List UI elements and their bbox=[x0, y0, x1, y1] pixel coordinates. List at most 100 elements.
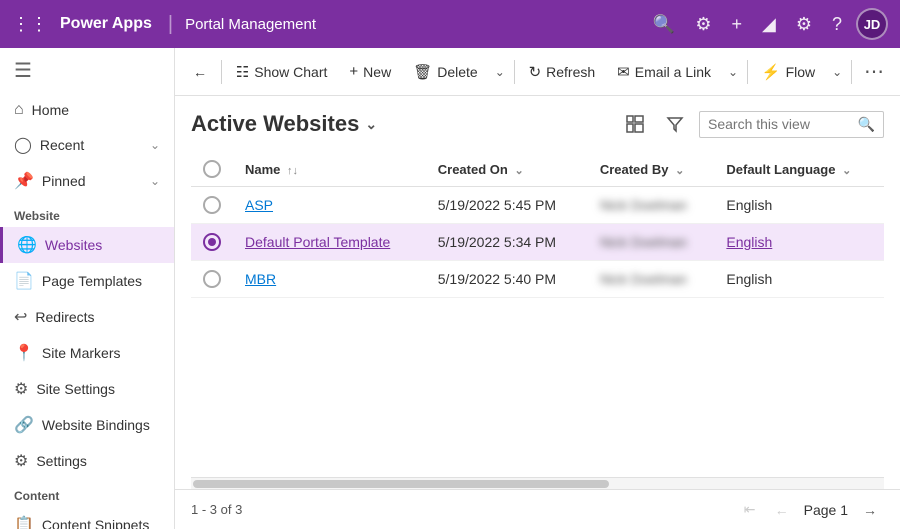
sidebar-item-site-markers[interactable]: 📍 Site Markers bbox=[0, 335, 174, 371]
more-options-button[interactable]: ⋯ bbox=[856, 58, 892, 86]
back-icon: ← bbox=[193, 64, 207, 80]
table-row: Default Portal Template5/19/2022 5:34 PM… bbox=[191, 224, 884, 261]
view-title-chevron-icon[interactable]: ⌄ bbox=[365, 116, 377, 133]
avatar[interactable]: JD bbox=[856, 8, 888, 40]
nav-divider: | bbox=[168, 13, 173, 36]
delete-button[interactable]: 🗑 Delete bbox=[403, 57, 488, 87]
content-snippets-icon: 📋 bbox=[14, 515, 34, 529]
row-language-link[interactable]: English bbox=[726, 234, 772, 250]
filter-icon[interactable]: ◢ bbox=[762, 14, 776, 35]
email-icon: ✉ bbox=[617, 63, 630, 81]
delete-dropdown-button[interactable]: ⌄ bbox=[490, 59, 510, 85]
cmd-separator-1 bbox=[221, 60, 222, 84]
email-link-button[interactable]: ✉ Email a Link bbox=[607, 57, 721, 87]
search-box: 🔍 bbox=[699, 111, 884, 138]
sidebar-item-website-bindings[interactable]: 🔗 Website Bindings bbox=[0, 407, 174, 443]
col-header-name[interactable]: Name ↑↓ bbox=[233, 152, 426, 187]
sidebar-item-pinned[interactable]: 📌 Pinned ⌄ bbox=[0, 163, 174, 199]
row-name-link[interactable]: ASP bbox=[245, 197, 273, 213]
sidebar-item-websites-label: Websites bbox=[45, 237, 102, 253]
data-table: Name ↑↓ Created On ⌄ Created By ⌄ bbox=[191, 152, 884, 298]
settings-icon: ⚙ bbox=[14, 451, 28, 471]
sidebar-item-site-settings[interactable]: ⚙ Site Settings bbox=[0, 371, 174, 407]
row-select-cell[interactable] bbox=[191, 261, 233, 298]
sidebar-item-home[interactable]: ⌂ Home bbox=[0, 93, 174, 127]
prev-page-button[interactable]: ← bbox=[768, 496, 796, 524]
row-default-language-cell: English bbox=[714, 261, 884, 298]
cmd-separator-3 bbox=[747, 60, 748, 84]
refresh-label: Refresh bbox=[546, 64, 595, 80]
flow-dropdown-button[interactable]: ⌄ bbox=[827, 59, 847, 85]
more-icon: ⋯ bbox=[864, 61, 884, 83]
grid-view-icon bbox=[626, 115, 644, 133]
search-input[interactable] bbox=[708, 116, 852, 132]
sidebar-item-settings[interactable]: ⚙ Settings bbox=[0, 443, 174, 479]
row-name-cell[interactable]: MBR bbox=[233, 261, 426, 298]
view-title: Active Websites ⌄ bbox=[191, 111, 377, 137]
cmd-separator-4 bbox=[851, 60, 852, 84]
view-area: Active Websites ⌄ bbox=[175, 96, 900, 489]
site-settings-icon: ⚙ bbox=[14, 379, 28, 399]
view-toggle-button[interactable] bbox=[619, 108, 651, 140]
cmd-separator-2 bbox=[514, 60, 515, 84]
waffle-icon[interactable]: ⋮⋮ bbox=[12, 14, 48, 35]
email-link-dropdown-button[interactable]: ⌄ bbox=[723, 59, 743, 85]
recent-chevron-icon: ⌄ bbox=[150, 138, 160, 152]
back-button[interactable]: ← bbox=[183, 58, 217, 86]
next-page-button[interactable]: → bbox=[856, 496, 884, 524]
help-icon[interactable]: ? bbox=[832, 14, 842, 35]
row-select-cell[interactable] bbox=[191, 224, 233, 261]
page-templates-icon: 📄 bbox=[14, 271, 34, 291]
sidebar-item-content-snippets[interactable]: 📋 Content Snippets bbox=[0, 507, 174, 529]
scrollbar-thumb bbox=[193, 480, 609, 488]
gear-icon[interactable]: ⚙ bbox=[796, 14, 812, 35]
table-row: ASP5/19/2022 5:45 PMNick DoelmanEnglish bbox=[191, 187, 884, 224]
row-created-by-cell: Nick Doelman bbox=[588, 261, 715, 298]
row-name-cell[interactable]: Default Portal Template bbox=[233, 224, 426, 261]
table-row: MBR5/19/2022 5:40 PMNick DoelmanEnglish bbox=[191, 261, 884, 298]
row-default-language-cell: English bbox=[714, 224, 884, 261]
add-icon[interactable]: + bbox=[731, 14, 742, 35]
col-header-default-language[interactable]: Default Language ⌄ bbox=[714, 152, 884, 187]
radio-selected[interactable] bbox=[203, 233, 221, 251]
col-created-by-label: Created By bbox=[600, 162, 669, 177]
new-label: New bbox=[363, 64, 391, 80]
row-created-on-cell: 5/19/2022 5:45 PM bbox=[426, 187, 588, 224]
pinned-icon: 📌 bbox=[14, 171, 34, 191]
settings-ring-icon[interactable]: ⚙ bbox=[695, 14, 711, 35]
row-default-language-cell: English bbox=[714, 187, 884, 224]
row-name-link[interactable]: Default Portal Template bbox=[245, 234, 390, 250]
select-all-checkbox[interactable] bbox=[203, 160, 221, 178]
pinned-chevron-icon: ⌄ bbox=[150, 174, 160, 188]
flow-button[interactable]: ⚡ Flow bbox=[752, 57, 825, 87]
col-default-language-label: Default Language bbox=[726, 162, 835, 177]
record-count: 1 - 3 of 3 bbox=[191, 502, 242, 517]
sidebar-item-page-templates[interactable]: 📄 Page Templates bbox=[0, 263, 174, 299]
refresh-button[interactable]: ↻ Refresh bbox=[519, 57, 606, 87]
sidebar-item-websites[interactable]: 🌐 Websites bbox=[0, 227, 174, 263]
delete-label: Delete bbox=[437, 64, 477, 80]
created-on-sort-icon: ⌄ bbox=[514, 165, 523, 177]
col-header-created-by[interactable]: Created By ⌄ bbox=[588, 152, 715, 187]
filter-view-button[interactable] bbox=[659, 108, 691, 140]
show-chart-button[interactable]: ☷ Show Chart bbox=[226, 57, 338, 87]
sidebar-item-redirects[interactable]: ↩ Redirects bbox=[0, 299, 174, 335]
row-radio[interactable] bbox=[203, 270, 221, 288]
sidebar-item-home-label: Home bbox=[32, 102, 69, 118]
table-scroll[interactable]: Name ↑↓ Created On ⌄ Created By ⌄ bbox=[191, 152, 884, 477]
bottom-bar: 1 - 3 of 3 ⇤ ← Page 1 → bbox=[175, 489, 900, 529]
horizontal-scrollbar[interactable] bbox=[191, 477, 884, 489]
row-select-cell[interactable] bbox=[191, 187, 233, 224]
command-bar: ← ☷ Show Chart + New 🗑 Delete ⌄ ↻ Refres… bbox=[175, 48, 900, 96]
new-button[interactable]: + New bbox=[339, 57, 401, 86]
row-name-link[interactable]: MBR bbox=[245, 271, 276, 287]
sidebar-item-recent[interactable]: ◯ Recent ⌄ bbox=[0, 127, 174, 163]
row-name-cell[interactable]: ASP bbox=[233, 187, 426, 224]
first-page-button[interactable]: ⇤ bbox=[736, 496, 764, 524]
row-radio[interactable] bbox=[203, 196, 221, 214]
select-all-header[interactable] bbox=[191, 152, 233, 187]
search-icon[interactable]: 🔍 bbox=[653, 14, 675, 35]
hamburger-icon[interactable]: ☰ bbox=[0, 48, 174, 93]
name-sort-icon: ↑↓ bbox=[287, 165, 298, 177]
col-header-created-on[interactable]: Created On ⌄ bbox=[426, 152, 588, 187]
